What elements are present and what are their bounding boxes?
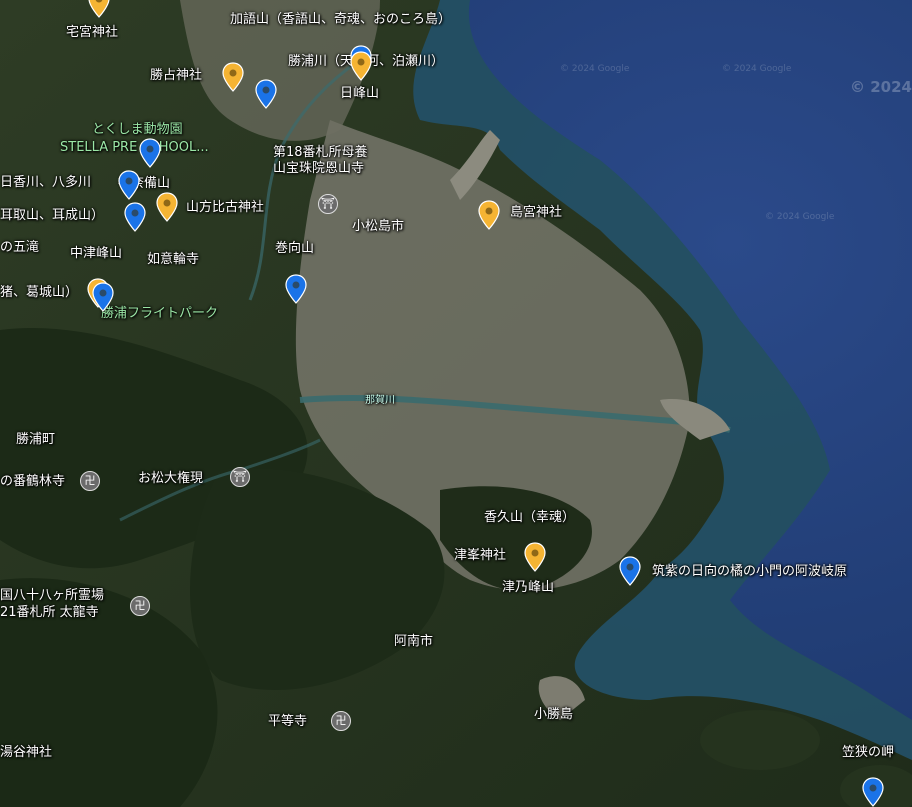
shrine-poi-icon[interactable]: ⛩ — [230, 467, 250, 487]
map-pin-icon[interactable] — [92, 282, 114, 312]
place-label[interactable]: とくしま動物園 — [92, 122, 183, 138]
map-pin-icon[interactable] — [88, 0, 110, 18]
place-label[interactable]: 阿南市 — [394, 634, 433, 650]
copyright-watermark: © 2024 Google — [560, 64, 630, 74]
temple-poi-icon[interactable]: ⛩ — [318, 194, 338, 214]
year-watermark: © 2024 — [850, 78, 912, 96]
satellite-map[interactable]: © 2024 Google © 2024 Google © 2024 Googl… — [0, 0, 912, 807]
place-label[interactable]: 津峯神社 — [454, 548, 506, 564]
map-pin-icon[interactable] — [350, 51, 372, 81]
map-pin-icon[interactable] — [139, 138, 161, 168]
place-label[interactable]: 香久山（幸魂） — [484, 510, 575, 526]
map-pin-icon[interactable] — [124, 202, 146, 232]
place-label[interactable]: 勝占神社 — [150, 68, 202, 84]
place-label[interactable]: 加語山（香語山、奇魂、おのころ島） — [230, 12, 451, 28]
place-label[interactable]: 湯谷神社 — [0, 745, 52, 761]
place-label[interactable]: 耳取山、耳成山） — [0, 208, 104, 224]
place-label[interactable]: STELLA PRE SCHOOL... — [60, 140, 209, 156]
map-pin-icon[interactable] — [478, 200, 500, 230]
place-label[interactable]: 21番札所 太龍寺 — [0, 605, 99, 621]
map-pin-icon[interactable] — [524, 542, 546, 572]
place-label[interactable]: 笠狭の岬 — [842, 745, 894, 761]
map-pin-icon[interactable] — [156, 192, 178, 222]
place-label[interactable]: 小勝島 — [534, 707, 573, 723]
place-label[interactable]: 第18番札所母養 山宝珠院恩山寺 — [273, 145, 368, 177]
place-label[interactable]: 筑紫の日向の橘の小門の阿波岐原 — [652, 564, 847, 580]
place-label[interactable]: 宅宮神社 — [66, 25, 118, 41]
place-label[interactable]: の五滝 — [0, 240, 39, 256]
place-label[interactable]: 小松島市 — [352, 219, 404, 235]
place-label[interactable]: 巻向山 — [275, 241, 314, 257]
place-label[interactable]: 勝浦フライトパーク — [101, 306, 218, 322]
place-label[interactable]: 平等寺 — [268, 714, 307, 730]
place-label[interactable]: 津乃峰山 — [502, 580, 554, 596]
map-pin-icon[interactable] — [619, 556, 641, 586]
place-label[interactable]: 島宮神社 — [510, 205, 562, 221]
place-label[interactable]: 中津峰山 — [70, 246, 122, 262]
place-label[interactable]: 猪、葛城山） — [0, 285, 78, 301]
place-label[interactable]: お松大権現 — [138, 471, 203, 487]
temple-poi-icon[interactable]: 卍 — [130, 596, 150, 616]
river-label: 那賀川 — [365, 395, 395, 406]
place-label[interactable]: 山方比古神社 — [186, 200, 264, 216]
map-pin-icon[interactable] — [285, 274, 307, 304]
map-pin-icon[interactable] — [255, 79, 277, 109]
copyright-watermark: © 2024 Google — [765, 212, 835, 222]
map-pin-icon[interactable] — [222, 62, 244, 92]
temple-poi-icon[interactable]: 卍 — [80, 471, 100, 491]
place-label[interactable]: 勝浦町 — [16, 432, 55, 448]
place-label[interactable]: の番鶴林寺 — [0, 474, 65, 490]
map-pin-icon[interactable] — [862, 777, 884, 807]
copyright-watermark: © 2024 Google — [722, 64, 792, 74]
place-label[interactable]: 如意輪寺 — [147, 252, 199, 268]
place-label[interactable]: 日香川、八多川 — [0, 175, 91, 191]
map-pin-icon[interactable] — [118, 170, 140, 200]
place-label[interactable]: 国八十八ヶ所霊場 — [0, 588, 104, 604]
place-label[interactable]: 日峰山 — [340, 86, 379, 102]
temple-poi-icon[interactable]: 卍 — [331, 711, 351, 731]
